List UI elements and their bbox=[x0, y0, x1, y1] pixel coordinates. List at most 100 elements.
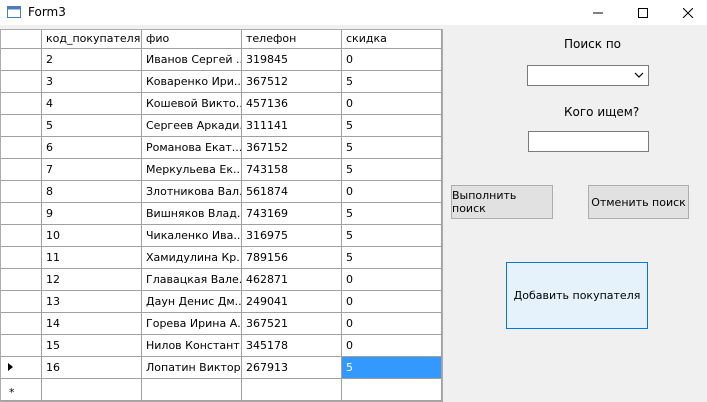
cell-phone[interactable]: 311141 bbox=[242, 115, 342, 137]
row-header-cell[interactable] bbox=[1, 225, 42, 247]
cell-phone[interactable]: 367521 bbox=[242, 313, 342, 335]
row-header-cell[interactable] bbox=[1, 203, 42, 225]
row-header-cell[interactable] bbox=[1, 49, 42, 71]
row-header-cell[interactable] bbox=[1, 291, 42, 313]
cell-name[interactable]: Кошевой Викто... bbox=[142, 93, 242, 115]
new-row-cell-id[interactable] bbox=[42, 379, 142, 401]
cell-phone[interactable]: 249041 bbox=[242, 291, 342, 313]
cell-phone[interactable]: 789156 bbox=[242, 247, 342, 269]
cell-discount[interactable]: 5 bbox=[342, 115, 442, 137]
new-row-cell-phone[interactable] bbox=[242, 379, 342, 401]
cell-discount[interactable]: 5 bbox=[342, 225, 442, 247]
column-header-discount[interactable]: скидка bbox=[342, 30, 442, 49]
table-row[interactable]: 9 Вишняков Влад... 743169 5 bbox=[1, 203, 442, 225]
row-header-cell[interactable] bbox=[1, 357, 42, 379]
cell-id[interactable]: 7 bbox=[42, 159, 142, 181]
table-row[interactable]: 4 Кошевой Викто... 457136 0 bbox=[1, 93, 442, 115]
cell-phone[interactable]: 367512 bbox=[242, 71, 342, 93]
table-row[interactable]: 11 Хамидулина Кр... 789156 5 bbox=[1, 247, 442, 269]
cell-discount[interactable]: 5 bbox=[342, 159, 442, 181]
cell-id[interactable]: 10 bbox=[42, 225, 142, 247]
row-header-cell[interactable] bbox=[1, 335, 42, 357]
table-row[interactable]: 8 Злотникова Вал... 561874 0 bbox=[1, 181, 442, 203]
cell-phone[interactable]: 561874 bbox=[242, 181, 342, 203]
row-header-cell[interactable] bbox=[1, 137, 42, 159]
cell-name[interactable]: Горева Ирина А... bbox=[142, 313, 242, 335]
cell-name[interactable]: Иванов Сергей ... bbox=[142, 49, 242, 71]
cell-discount[interactable]: 5 bbox=[342, 137, 442, 159]
cell-phone[interactable]: 462871 bbox=[242, 269, 342, 291]
cell-name[interactable]: Хамидулина Кр... bbox=[142, 247, 242, 269]
cell-name[interactable]: Коваренко Ири... bbox=[142, 71, 242, 93]
cell-phone[interactable]: 316975 bbox=[242, 225, 342, 247]
cell-discount[interactable]: 5 bbox=[342, 71, 442, 93]
cell-name[interactable]: Чикаленко Ива... bbox=[142, 225, 242, 247]
cell-id[interactable]: 16 bbox=[42, 357, 142, 379]
cell-discount[interactable]: 0 bbox=[342, 269, 442, 291]
cell-phone[interactable]: 367152 bbox=[242, 137, 342, 159]
table-row[interactable]: 12 Главацкая Вале... 462871 0 bbox=[1, 269, 442, 291]
table-row[interactable]: 10 Чикаленко Ива... 316975 5 bbox=[1, 225, 442, 247]
new-row[interactable]: * bbox=[1, 379, 442, 401]
maximize-button[interactable] bbox=[620, 0, 666, 25]
row-header-cell[interactable] bbox=[1, 269, 42, 291]
cell-name[interactable]: Вишняков Влад... bbox=[142, 203, 242, 225]
column-header-name[interactable]: фио bbox=[142, 30, 242, 49]
cell-id[interactable]: 8 bbox=[42, 181, 142, 203]
cell-name[interactable]: Нилов Констант... bbox=[142, 335, 242, 357]
cell-discount[interactable]: 0 bbox=[342, 181, 442, 203]
cell-id[interactable]: 11 bbox=[42, 247, 142, 269]
column-header-phone[interactable]: телефон bbox=[242, 30, 342, 49]
row-header-cell[interactable] bbox=[1, 115, 42, 137]
cell-name[interactable]: Романова Екат... bbox=[142, 137, 242, 159]
cell-phone[interactable]: 743169 bbox=[242, 203, 342, 225]
cell-discount[interactable]: 5 bbox=[342, 203, 442, 225]
search-by-select[interactable] bbox=[527, 65, 649, 86]
cell-phone[interactable]: 457136 bbox=[242, 93, 342, 115]
cell-name[interactable]: Злотникова Вал... bbox=[142, 181, 242, 203]
row-header-cell[interactable] bbox=[1, 159, 42, 181]
table-row[interactable]: 14 Горева Ирина А... 367521 0 bbox=[1, 313, 442, 335]
cell-phone[interactable]: 743158 bbox=[242, 159, 342, 181]
table-row[interactable]: 6 Романова Екат... 367152 5 bbox=[1, 137, 442, 159]
search-input[interactable] bbox=[528, 131, 649, 152]
cell-id[interactable]: 9 bbox=[42, 203, 142, 225]
row-header-cell[interactable] bbox=[1, 313, 42, 335]
cell-discount[interactable]: 0 bbox=[342, 313, 442, 335]
cell-id[interactable]: 2 bbox=[42, 49, 142, 71]
new-row-cell-discount[interactable] bbox=[342, 379, 442, 401]
cell-discount[interactable]: 5 bbox=[342, 247, 442, 269]
row-header-cell[interactable] bbox=[1, 181, 42, 203]
cell-discount[interactable]: 0 bbox=[342, 291, 442, 313]
table-row[interactable]: 16 Лопатин Виктор... 267913 5 bbox=[1, 357, 442, 379]
row-header-cell[interactable] bbox=[1, 93, 42, 115]
table-row[interactable]: 2 Иванов Сергей ... 319845 0 bbox=[1, 49, 442, 71]
customers-grid[interactable]: код_покупателя фио телефон скидка 2 Ивано… bbox=[0, 29, 443, 402]
row-header-cell[interactable] bbox=[1, 71, 42, 93]
cell-discount[interactable]: 5 bbox=[342, 357, 442, 379]
cell-id[interactable]: 14 bbox=[42, 313, 142, 335]
cell-discount[interactable]: 0 bbox=[342, 335, 442, 357]
cell-id[interactable]: 12 bbox=[42, 269, 142, 291]
table-row[interactable]: 15 Нилов Констант... 345178 0 bbox=[1, 335, 442, 357]
cell-name[interactable]: Меркульева Ек... bbox=[142, 159, 242, 181]
new-row-cell-name[interactable] bbox=[142, 379, 242, 401]
cell-name[interactable]: Лопатин Виктор... bbox=[142, 357, 242, 379]
table-row[interactable]: 7 Меркульева Ек... 743158 5 bbox=[1, 159, 442, 181]
close-button[interactable] bbox=[665, 0, 707, 25]
minimize-button[interactable] bbox=[575, 0, 621, 25]
cell-phone[interactable]: 345178 bbox=[242, 335, 342, 357]
cell-name[interactable]: Сергеев Аркади... bbox=[142, 115, 242, 137]
cancel-search-button[interactable]: Отменить поиск bbox=[588, 185, 689, 219]
cell-id[interactable]: 3 bbox=[42, 71, 142, 93]
cell-name[interactable]: Даун Денис Дм... bbox=[142, 291, 242, 313]
table-row[interactable]: 3 Коваренко Ири... 367512 5 bbox=[1, 71, 442, 93]
column-header-id[interactable]: код_покупателя bbox=[42, 30, 142, 49]
row-header-cell[interactable] bbox=[1, 247, 42, 269]
cell-name[interactable]: Главацкая Вале... bbox=[142, 269, 242, 291]
cell-id[interactable]: 13 bbox=[42, 291, 142, 313]
table-row[interactable]: 5 Сергеев Аркади... 311141 5 bbox=[1, 115, 442, 137]
cell-discount[interactable]: 0 bbox=[342, 93, 442, 115]
cell-id[interactable]: 4 bbox=[42, 93, 142, 115]
row-header-cell[interactable]: * bbox=[1, 379, 42, 401]
